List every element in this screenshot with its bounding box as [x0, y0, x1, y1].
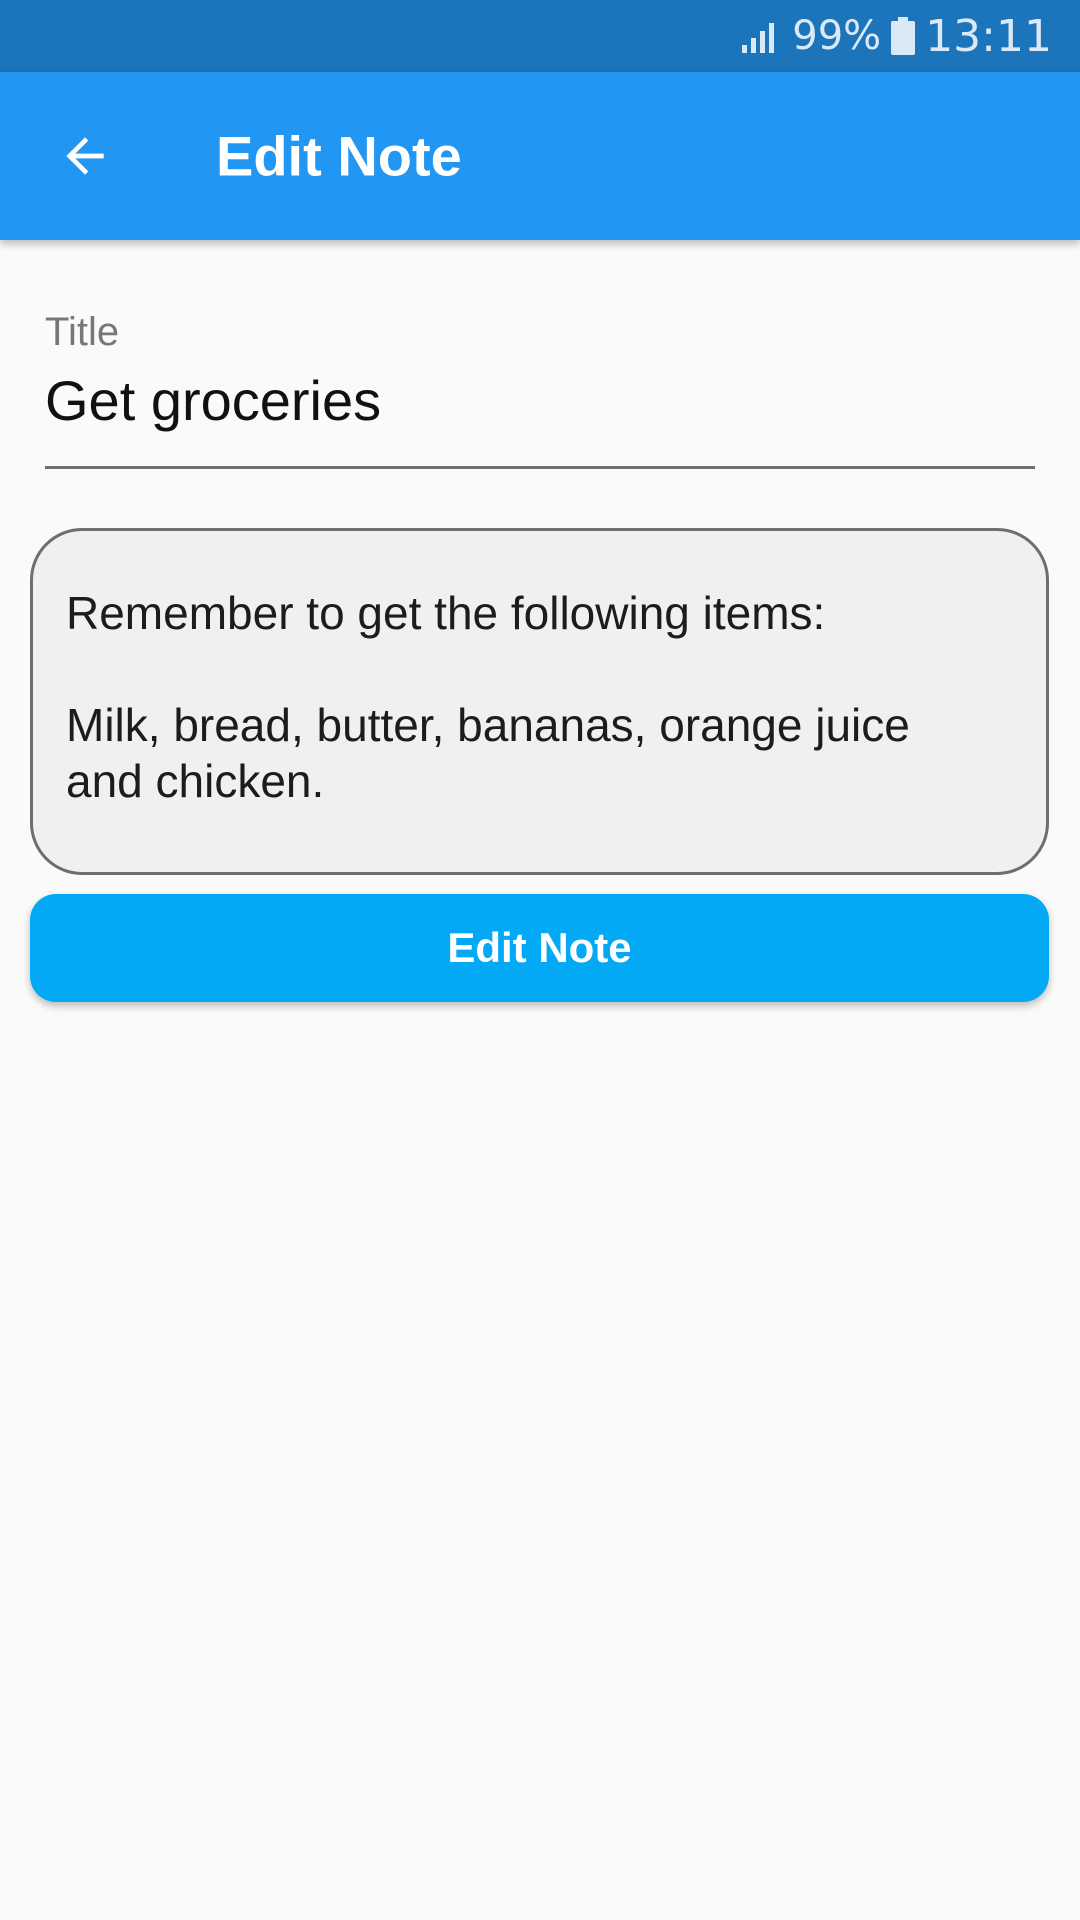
page-title: Edit Note [216, 124, 462, 188]
battery-percent: 99% [792, 13, 882, 59]
signal-icon [742, 23, 775, 53]
note-body-field[interactable]: Remember to get the following items: Mil… [30, 528, 1049, 875]
note-body-line [66, 641, 1014, 697]
title-underline [45, 466, 1035, 469]
battery-icon [891, 17, 916, 55]
note-body-line: and chicken. [66, 755, 325, 807]
arrow-back-icon [66, 137, 104, 175]
back-button[interactable] [50, 121, 120, 191]
title-input[interactable] [45, 368, 1035, 433]
clock: 13:11 [925, 10, 1052, 62]
title-label: Title [45, 310, 120, 354]
status-bar: 99% 13:11 [0, 0, 1080, 72]
edit-note-button[interactable]: Edit Note [30, 894, 1049, 1002]
note-body-line: Milk, bread, butter, bananas, orange jui… [66, 699, 910, 751]
note-body-line: Remember to get the following items: [66, 587, 826, 639]
app-bar: Edit Note [0, 72, 1080, 240]
title-field[interactable]: Title [45, 300, 1035, 470]
